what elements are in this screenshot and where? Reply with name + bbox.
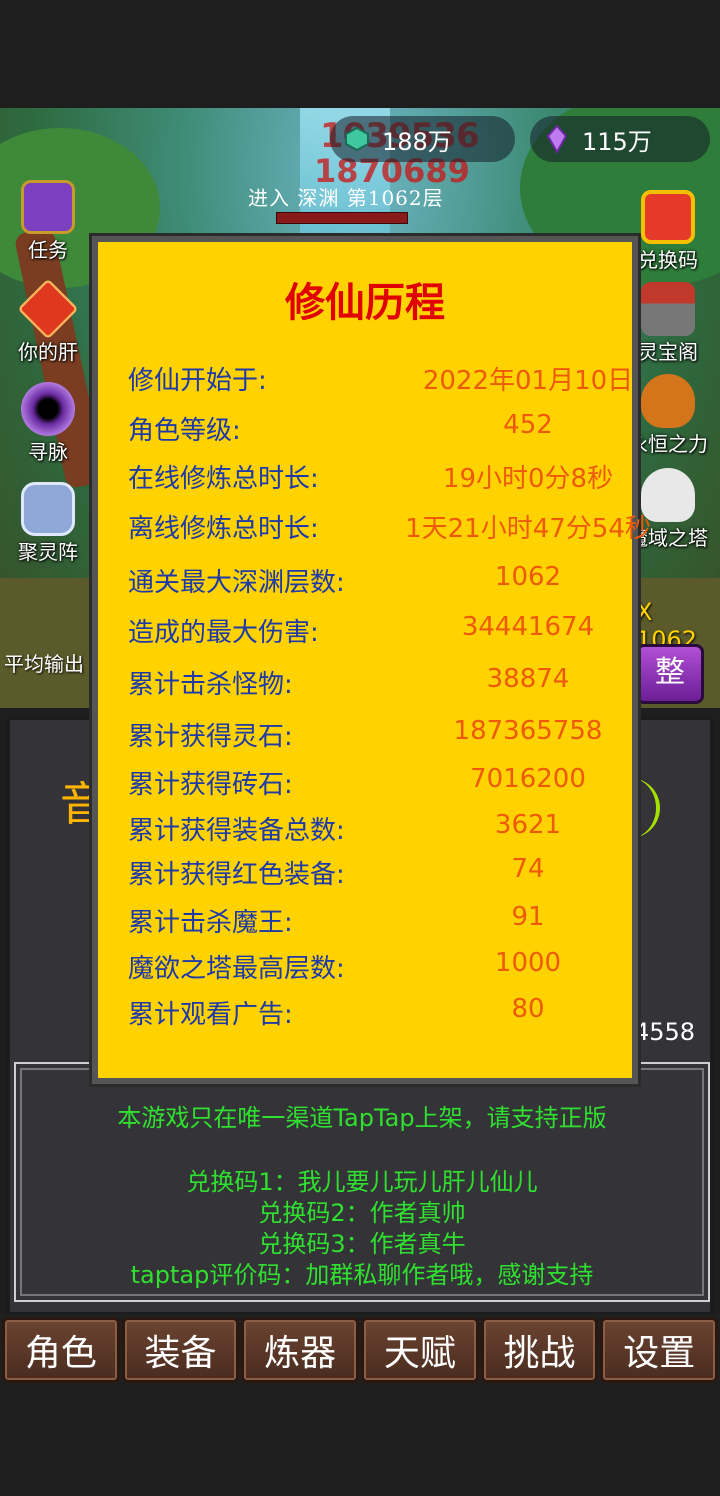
- stat-row-ads-watched: 累计观看广告: 80: [128, 994, 545, 1030]
- redeem-code-1: 兑换码1：我儿要儿玩儿肝儿仙儿: [186, 1168, 538, 1196]
- shop-icon: [641, 282, 695, 336]
- nav-talent-button[interactable]: 天赋: [361, 1317, 479, 1383]
- nav-settings-button[interactable]: 设置: [600, 1317, 719, 1383]
- notice-box: 本游戏只在唯一渠道TapTap上架，请支持正版 兑换码1：我儿要儿玩儿肝儿仙儿 …: [14, 1062, 710, 1302]
- game-stage: 1039536 1870689 188万 115万 进入 深渊 第1062层 任…: [0, 108, 720, 1386]
- cultivation-history-dialog[interactable]: 修仙历程 修仙开始于: 2022年01月10日 角色等级: 452 在线修炼总时…: [92, 236, 651, 1084]
- book-icon: [21, 180, 75, 234]
- gift-icon: [641, 190, 695, 244]
- side-item-gather[interactable]: 聚灵阵: [0, 482, 96, 565]
- boss-health-bar: [276, 212, 408, 224]
- stat-row-level: 角色等级: 452: [128, 410, 553, 446]
- stage-label: 进入 深渊 第1062层: [248, 186, 444, 210]
- stat-row-demon-kings: 累计击杀魔王: 91: [128, 902, 545, 938]
- stat-row-online-time: 在线修炼总时长: 19小时0分8秒: [128, 464, 614, 494]
- stat-row-max-abyss: 通关最大深渊层数: 1062: [128, 562, 562, 598]
- notice-line: 本游戏只在唯一渠道TapTap上架，请支持正版: [117, 1104, 607, 1132]
- jade-icon: [345, 126, 369, 152]
- eye-orb-icon: [21, 382, 75, 436]
- nav-character-button[interactable]: 角色: [2, 1317, 120, 1383]
- side-item-vein[interactable]: 寻脉: [0, 382, 96, 465]
- dialog-title: 修仙历程: [285, 280, 445, 326]
- liver-gem-icon: [17, 278, 79, 340]
- crystal-counter: 115万: [530, 116, 710, 162]
- crystal-icon: [546, 124, 568, 154]
- gem-amount: 188万: [382, 127, 452, 156]
- avg-output-label: 平均输出: [4, 652, 84, 676]
- stat-row-start-date: 修仙开始于: 2022年01月10日: [128, 366, 634, 396]
- stat-row-equipment-total: 累计获得装备总数: 3621: [128, 810, 562, 846]
- stat-row-tower-max: 魔欲之塔最高层数: 1000: [128, 948, 562, 984]
- side-item-tasks[interactable]: 任务: [0, 180, 96, 263]
- nav-challenge-button[interactable]: 挑战: [480, 1317, 599, 1383]
- side-item-liver[interactable]: 你的肝: [0, 278, 96, 365]
- stat-row-max-damage: 造成的最大伤害: 34441674: [128, 612, 595, 648]
- rune-stone-icon: [21, 482, 75, 536]
- stat-row-red-equipment: 累计获得红色装备: 74: [128, 854, 545, 890]
- stat-row-spirit-stones: 累计获得灵石: 187365758: [128, 716, 603, 752]
- nav-forge-button[interactable]: 炼器: [241, 1317, 360, 1383]
- redeem-codes: 兑换码1：我儿要儿玩儿肝儿仙儿 兑换码2：作者真帅 兑换码3：作者真牛 tapt…: [16, 1167, 708, 1291]
- redeem-code-2: 兑换码2：作者真帅: [258, 1199, 466, 1227]
- stat-row-monsters-killed: 累计击杀怪物: 38874: [128, 664, 570, 700]
- bottom-nav: 角色 装备 炼器 天赋 挑战 设置: [0, 1314, 720, 1386]
- gem-counter: 188万: [330, 116, 515, 162]
- stat-row-offline-time: 离线修炼总时长: 1天21小时47分54秒: [128, 514, 651, 544]
- crystal-amount: 115万: [582, 127, 652, 156]
- nav-equipment-button[interactable]: 装备: [121, 1317, 240, 1383]
- stat-row-diamonds: 累计获得砖石: 7016200: [128, 764, 586, 800]
- review-code: taptap评价码：加群私聊作者哦，感谢支持: [130, 1261, 594, 1289]
- redeem-code-3: 兑换码3：作者真牛: [258, 1230, 466, 1258]
